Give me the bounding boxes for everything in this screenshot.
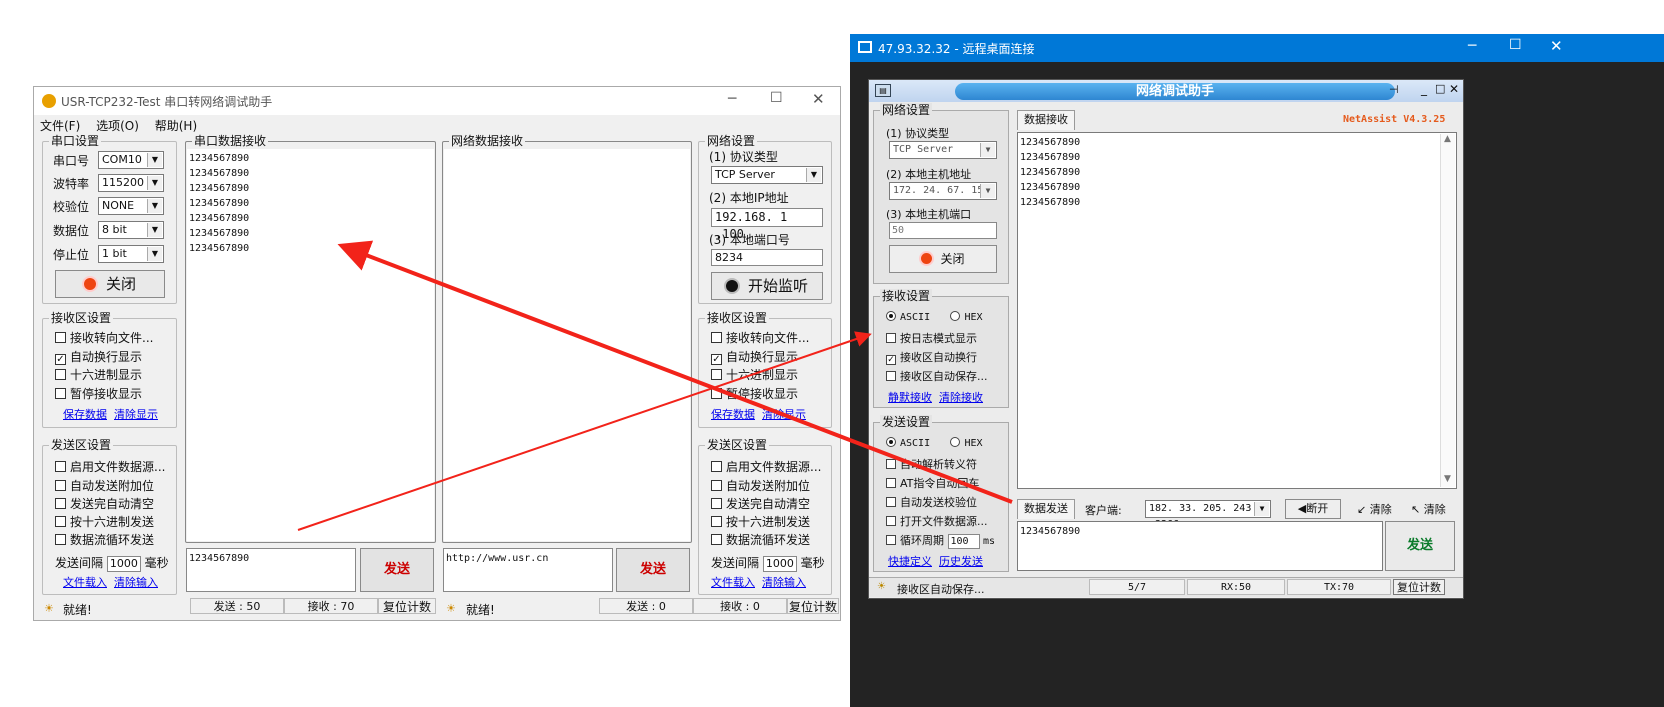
arrow-to-serial-recv: [337, 240, 1013, 504]
annotation-arrows: [297, 240, 1013, 531]
arrow-to-netassist: [297, 331, 872, 531]
